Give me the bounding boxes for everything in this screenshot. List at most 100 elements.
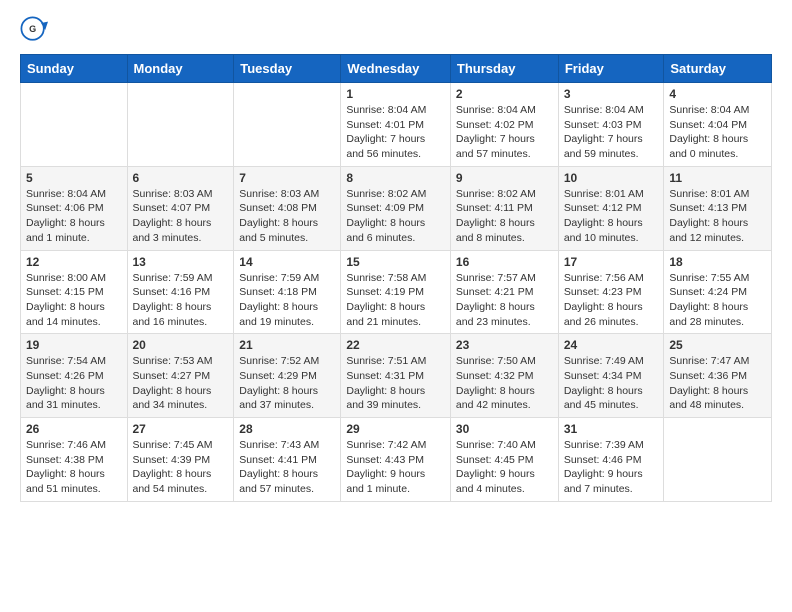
- day-info: Sunrise: 8:04 AM Sunset: 4:02 PM Dayligh…: [456, 103, 553, 162]
- calendar-cell: 6 Sunrise: 8:03 AM Sunset: 4:07 PM Daylig…: [127, 166, 234, 250]
- header: G: [20, 16, 772, 44]
- day-number: 29: [346, 422, 445, 436]
- calendar-cell: 12 Sunrise: 8:00 AM Sunset: 4:15 PM Dayli…: [21, 250, 128, 334]
- day-number: 19: [26, 338, 122, 352]
- day-info: Sunrise: 7:50 AM Sunset: 4:32 PM Dayligh…: [456, 354, 553, 413]
- day-info: Sunrise: 8:04 AM Sunset: 4:04 PM Dayligh…: [669, 103, 766, 162]
- day-info: Sunrise: 8:00 AM Sunset: 4:15 PM Dayligh…: [26, 271, 122, 330]
- day-number: 8: [346, 171, 445, 185]
- day-number: 2: [456, 87, 553, 101]
- day-number: 15: [346, 255, 445, 269]
- day-number: 18: [669, 255, 766, 269]
- calendar-week-row: 26 Sunrise: 7:46 AM Sunset: 4:38 PM Dayli…: [21, 418, 772, 502]
- day-number: 17: [564, 255, 659, 269]
- day-info: Sunrise: 7:49 AM Sunset: 4:34 PM Dayligh…: [564, 354, 659, 413]
- day-info: Sunrise: 8:01 AM Sunset: 4:13 PM Dayligh…: [669, 187, 766, 246]
- weekday-header-thursday: Thursday: [450, 55, 558, 83]
- calendar-cell: 28Sunrise: 7:43 AM Sunset: 4:41 PM Dayli…: [234, 418, 341, 502]
- day-number: 12: [26, 255, 122, 269]
- calendar-cell: 5 Sunrise: 8:04 AM Sunset: 4:06 PM Daylig…: [21, 166, 128, 250]
- day-number: 14: [239, 255, 335, 269]
- calendar-cell: 18 Sunrise: 7:55 AM Sunset: 4:24 PM Dayli…: [664, 250, 772, 334]
- day-number: 30: [456, 422, 553, 436]
- calendar-cell: 20Sunrise: 7:53 AM Sunset: 4:27 PM Dayli…: [127, 334, 234, 418]
- day-info: Sunrise: 7:55 AM Sunset: 4:24 PM Dayligh…: [669, 271, 766, 330]
- day-info: Sunrise: 7:57 AM Sunset: 4:21 PM Dayligh…: [456, 271, 553, 330]
- weekday-header-sunday: Sunday: [21, 55, 128, 83]
- day-number: 1: [346, 87, 445, 101]
- calendar-cell: 1 Sunrise: 8:04 AM Sunset: 4:01 PM Daylig…: [341, 83, 451, 167]
- day-number: 16: [456, 255, 553, 269]
- day-number: 9: [456, 171, 553, 185]
- logo-icon: G: [20, 16, 48, 44]
- day-info: Sunrise: 8:01 AM Sunset: 4:12 PM Dayligh…: [564, 187, 659, 246]
- day-info: Sunrise: 7:52 AM Sunset: 4:29 PM Dayligh…: [239, 354, 335, 413]
- day-info: Sunrise: 7:46 AM Sunset: 4:38 PM Dayligh…: [26, 438, 122, 497]
- day-number: 23: [456, 338, 553, 352]
- day-info: Sunrise: 7:54 AM Sunset: 4:26 PM Dayligh…: [26, 354, 122, 413]
- day-info: Sunrise: 8:03 AM Sunset: 4:07 PM Dayligh…: [133, 187, 229, 246]
- calendar-cell: 27Sunrise: 7:45 AM Sunset: 4:39 PM Dayli…: [127, 418, 234, 502]
- weekday-header-friday: Friday: [558, 55, 664, 83]
- day-number: 24: [564, 338, 659, 352]
- day-info: Sunrise: 7:40 AM Sunset: 4:45 PM Dayligh…: [456, 438, 553, 497]
- calendar-cell: 9Sunrise: 8:02 AM Sunset: 4:11 PM Daylig…: [450, 166, 558, 250]
- calendar-week-row: 5 Sunrise: 8:04 AM Sunset: 4:06 PM Daylig…: [21, 166, 772, 250]
- day-number: 4: [669, 87, 766, 101]
- svg-text:G: G: [29, 24, 36, 34]
- day-number: 10: [564, 171, 659, 185]
- weekday-header-tuesday: Tuesday: [234, 55, 341, 83]
- calendar-cell: 13 Sunrise: 7:59 AM Sunset: 4:16 PM Dayli…: [127, 250, 234, 334]
- weekday-header-monday: Monday: [127, 55, 234, 83]
- calendar-cell: 25 Sunrise: 7:47 AM Sunset: 4:36 PM Dayli…: [664, 334, 772, 418]
- calendar-cell: 3 Sunrise: 8:04 AM Sunset: 4:03 PM Daylig…: [558, 83, 664, 167]
- day-info: Sunrise: 8:03 AM Sunset: 4:08 PM Dayligh…: [239, 187, 335, 246]
- calendar-cell: [21, 83, 128, 167]
- calendar-week-row: 1 Sunrise: 8:04 AM Sunset: 4:01 PM Daylig…: [21, 83, 772, 167]
- day-number: 11: [669, 171, 766, 185]
- day-info: Sunrise: 7:59 AM Sunset: 4:18 PM Dayligh…: [239, 271, 335, 330]
- calendar-cell: 30 Sunrise: 7:40 AM Sunset: 4:45 PM Dayli…: [450, 418, 558, 502]
- calendar-cell: 11 Sunrise: 8:01 AM Sunset: 4:13 PM Dayli…: [664, 166, 772, 250]
- day-info: Sunrise: 7:47 AM Sunset: 4:36 PM Dayligh…: [669, 354, 766, 413]
- calendar-cell: 2 Sunrise: 8:04 AM Sunset: 4:02 PM Daylig…: [450, 83, 558, 167]
- day-info: Sunrise: 8:04 AM Sunset: 4:06 PM Dayligh…: [26, 187, 122, 246]
- day-number: 5: [26, 171, 122, 185]
- calendar-cell: 7 Sunrise: 8:03 AM Sunset: 4:08 PM Daylig…: [234, 166, 341, 250]
- day-info: Sunrise: 7:39 AM Sunset: 4:46 PM Dayligh…: [564, 438, 659, 497]
- day-info: Sunrise: 8:04 AM Sunset: 4:01 PM Dayligh…: [346, 103, 445, 162]
- calendar-cell: 16 Sunrise: 7:57 AM Sunset: 4:21 PM Dayli…: [450, 250, 558, 334]
- day-info: Sunrise: 8:02 AM Sunset: 4:09 PM Dayligh…: [346, 187, 445, 246]
- day-info: Sunrise: 7:56 AM Sunset: 4:23 PM Dayligh…: [564, 271, 659, 330]
- day-number: 22: [346, 338, 445, 352]
- day-info: Sunrise: 7:59 AM Sunset: 4:16 PM Dayligh…: [133, 271, 229, 330]
- day-info: Sunrise: 7:58 AM Sunset: 4:19 PM Dayligh…: [346, 271, 445, 330]
- day-number: 31: [564, 422, 659, 436]
- day-number: 25: [669, 338, 766, 352]
- calendar-table: SundayMondayTuesdayWednesdayThursdayFrid…: [20, 54, 772, 502]
- day-info: Sunrise: 7:45 AM Sunset: 4:39 PM Dayligh…: [133, 438, 229, 497]
- day-number: 7: [239, 171, 335, 185]
- day-number: 3: [564, 87, 659, 101]
- calendar-cell: 19 Sunrise: 7:54 AM Sunset: 4:26 PM Dayli…: [21, 334, 128, 418]
- calendar-week-row: 12 Sunrise: 8:00 AM Sunset: 4:15 PM Dayli…: [21, 250, 772, 334]
- weekday-header-wednesday: Wednesday: [341, 55, 451, 83]
- calendar-cell: 17 Sunrise: 7:56 AM Sunset: 4:23 PM Dayli…: [558, 250, 664, 334]
- calendar-cell: 10 Sunrise: 8:01 AM Sunset: 4:12 PM Dayli…: [558, 166, 664, 250]
- calendar-cell: 23 Sunrise: 7:50 AM Sunset: 4:32 PM Dayli…: [450, 334, 558, 418]
- day-number: 13: [133, 255, 229, 269]
- day-number: 21: [239, 338, 335, 352]
- weekday-header-row: SundayMondayTuesdayWednesdayThursdayFrid…: [21, 55, 772, 83]
- day-number: 6: [133, 171, 229, 185]
- calendar-cell: [234, 83, 341, 167]
- calendar-cell: 8 Sunrise: 8:02 AM Sunset: 4:09 PM Daylig…: [341, 166, 451, 250]
- day-info: Sunrise: 8:04 AM Sunset: 4:03 PM Dayligh…: [564, 103, 659, 162]
- calendar-cell: 31 Sunrise: 7:39 AM Sunset: 4:46 PM Dayli…: [558, 418, 664, 502]
- day-number: 26: [26, 422, 122, 436]
- day-number: 28: [239, 422, 335, 436]
- calendar-cell: 21 Sunrise: 7:52 AM Sunset: 4:29 PM Dayli…: [234, 334, 341, 418]
- calendar-cell: [664, 418, 772, 502]
- calendar-cell: 22Sunrise: 7:51 AM Sunset: 4:31 PM Dayli…: [341, 334, 451, 418]
- day-info: Sunrise: 7:53 AM Sunset: 4:27 PM Dayligh…: [133, 354, 229, 413]
- calendar-cell: 4 Sunrise: 8:04 AM Sunset: 4:04 PM Daylig…: [664, 83, 772, 167]
